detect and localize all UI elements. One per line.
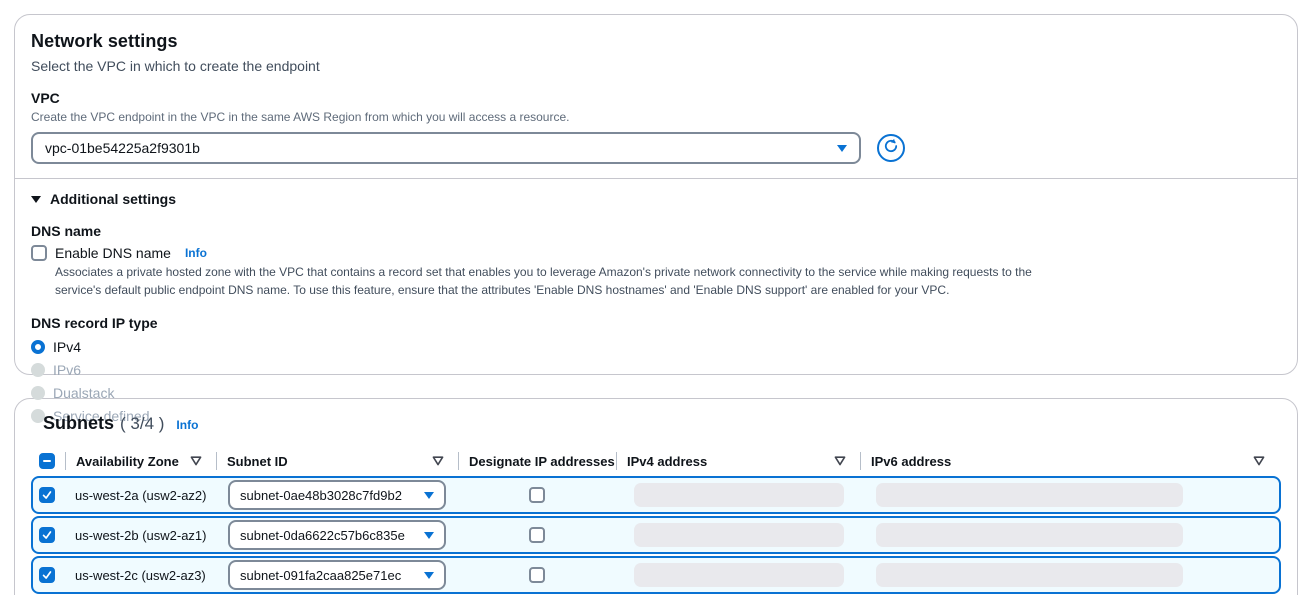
sort-icon[interactable]	[834, 456, 846, 466]
vpc-select[interactable]: vpc-01be54225a2f9301b	[31, 132, 861, 164]
sort-icon[interactable]	[432, 456, 444, 466]
row-checkbox[interactable]	[39, 487, 55, 503]
additional-settings-label: Additional settings	[50, 191, 176, 207]
caret-down-icon	[424, 572, 434, 579]
ipv6-address-input-disabled	[876, 563, 1183, 587]
table-row[interactable]: us-west-2a (usw2-az2) subnet-0ae48b3028c…	[31, 476, 1281, 514]
divider	[15, 178, 1297, 179]
radio-option-ipv6: IPv6	[31, 362, 1281, 378]
column-header-availability-zone[interactable]: Availability Zone	[65, 452, 216, 470]
row-checkbox[interactable]	[39, 567, 55, 583]
radio-option-service-defined: Service defined	[31, 408, 1281, 424]
page-title: Network settings	[31, 31, 1281, 52]
refresh-button[interactable]	[877, 134, 905, 162]
subnet-id-select[interactable]: subnet-091fa2caa825e71ec	[228, 560, 446, 590]
column-label: IPv6 address	[871, 454, 951, 469]
designate-ip-checkbox[interactable]	[529, 527, 545, 543]
dns-record-ip-type-group: IPv4 IPv6 Dualstack Service defined	[31, 339, 1281, 424]
radio-selected-icon[interactable]	[31, 340, 45, 354]
radio-label: IPv6	[53, 362, 81, 378]
subnets-info-link[interactable]: Info	[176, 418, 198, 432]
subnet-id-value: subnet-0da6622c57b6c835e	[240, 528, 405, 543]
radio-disabled-icon	[31, 386, 45, 400]
caret-down-icon	[31, 196, 41, 203]
subnet-id-value: subnet-091fa2caa825e71ec	[240, 568, 401, 583]
enable-dns-name-checkbox[interactable]	[31, 245, 47, 261]
row-checkbox[interactable]	[39, 527, 55, 543]
ipv6-address-input-disabled	[876, 523, 1183, 547]
select-all-checkbox[interactable]	[39, 453, 55, 469]
vpc-constraint-text: Create the VPC endpoint in the VPC in th…	[31, 110, 1281, 124]
refresh-icon	[883, 138, 899, 159]
column-label: Designate IP addresses	[469, 454, 615, 469]
radio-label: Dualstack	[53, 385, 114, 401]
sort-icon[interactable]	[1253, 456, 1265, 466]
table-row[interactable]: us-west-2c (usw2-az3) subnet-091fa2caa82…	[31, 556, 1281, 594]
column-label: Subnet ID	[227, 454, 288, 469]
availability-zone-cell: us-west-2a (usw2-az2)	[65, 488, 216, 503]
caret-down-icon	[837, 145, 847, 152]
column-header-ipv4[interactable]: IPv4 address	[616, 452, 860, 470]
radio-label: IPv4	[53, 339, 81, 355]
subnets-card: Subnets ( 3/4 ) Info Availability Zone S…	[14, 398, 1298, 595]
availability-zone-cell: us-west-2b (usw2-az1)	[65, 528, 216, 543]
subnets-title: Subnets	[43, 413, 114, 434]
subnet-id-select[interactable]: subnet-0da6622c57b6c835e	[228, 520, 446, 550]
column-header-ipv6[interactable]: IPv6 address	[860, 452, 1279, 470]
caret-down-icon	[424, 532, 434, 539]
column-label: IPv4 address	[627, 454, 707, 469]
enable-dns-name-label: Enable DNS name	[55, 245, 171, 261]
additional-settings-expander[interactable]: Additional settings	[31, 191, 1281, 207]
column-header-subnet-id[interactable]: Subnet ID	[216, 452, 458, 470]
subnet-id-value: subnet-0ae48b3028c7fd9b2	[240, 488, 402, 503]
vpc-label: VPC	[31, 90, 1281, 106]
radio-disabled-icon	[31, 363, 45, 377]
column-label: Availability Zone	[76, 454, 179, 469]
network-settings-card: Network settings Select the VPC in which…	[14, 14, 1298, 375]
radio-option-ipv4[interactable]: IPv4	[31, 339, 1281, 355]
dns-record-ip-type-label: DNS record IP type	[31, 315, 1281, 331]
designate-ip-checkbox[interactable]	[529, 567, 545, 583]
column-header-designate-ip: Designate IP addresses	[458, 452, 616, 470]
ipv6-address-input-disabled	[876, 483, 1183, 507]
ipv4-address-input-disabled	[634, 523, 844, 547]
ipv4-address-input-disabled	[634, 563, 844, 587]
ipv4-address-input-disabled	[634, 483, 844, 507]
dns-name-description: Associates a private hosted zone with th…	[55, 263, 1065, 299]
section-description: Select the VPC in which to create the en…	[31, 58, 1281, 74]
availability-zone-cell: us-west-2c (usw2-az3)	[65, 568, 216, 583]
sort-icon[interactable]	[190, 456, 202, 466]
subnet-id-select[interactable]: subnet-0ae48b3028c7fd9b2	[228, 480, 446, 510]
caret-down-icon	[424, 492, 434, 499]
table-header-row: Availability Zone Subnet ID Designate IP…	[33, 446, 1279, 476]
dns-name-label: DNS name	[31, 223, 1281, 239]
table-row[interactable]: us-west-2b (usw2-az1) subnet-0da6622c57b…	[31, 516, 1281, 554]
subnets-count: ( 3/4 )	[120, 414, 164, 434]
designate-ip-checkbox[interactable]	[529, 487, 545, 503]
dns-name-info-link[interactable]: Info	[185, 246, 207, 260]
radio-option-dualstack: Dualstack	[31, 385, 1281, 401]
vpc-select-value: vpc-01be54225a2f9301b	[45, 140, 200, 156]
subnets-table: Availability Zone Subnet ID Designate IP…	[31, 446, 1281, 594]
